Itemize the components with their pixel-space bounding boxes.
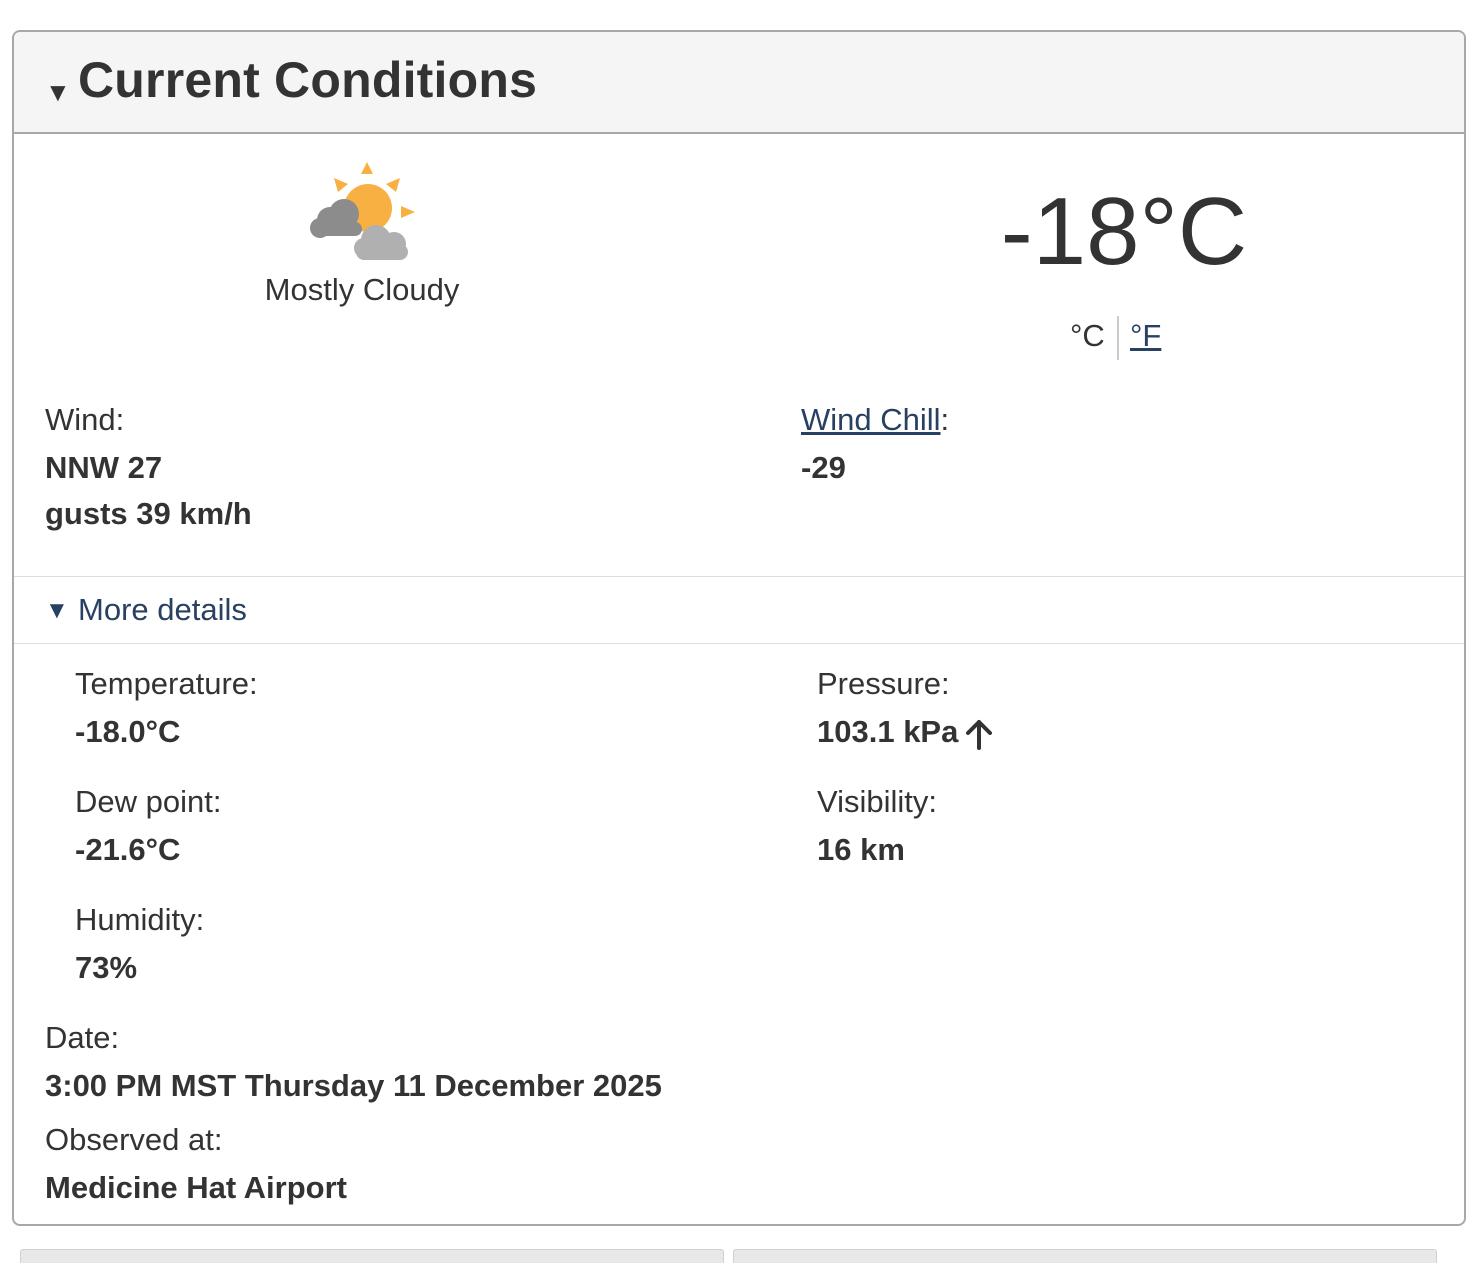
next-panel-right xyxy=(733,1249,1437,1263)
wind-gusts: gusts 39 km/h xyxy=(45,496,252,531)
panel-header[interactable]: ▼ Current Conditions xyxy=(14,32,1464,134)
current-temperature: -18°C xyxy=(1000,178,1248,285)
panel-title: Current Conditions xyxy=(78,52,538,108)
wind-label: Wind: xyxy=(45,402,125,437)
unit-divider xyxy=(1117,316,1119,360)
next-panel-left xyxy=(20,1249,724,1263)
expand-caret-icon[interactable]: ▼ xyxy=(45,599,69,623)
visibility-value: 16 km xyxy=(817,832,905,867)
sun-behind-clouds-icon xyxy=(310,162,415,260)
dew-point-value: -21.6°C xyxy=(75,832,181,867)
pressure-row: 103.1 kPa xyxy=(817,714,994,750)
unit-fahrenheit-link[interactable]: °F xyxy=(1130,318,1161,354)
temperature-label: Temperature: xyxy=(75,666,258,701)
wind-chill-colon: : xyxy=(940,402,950,437)
date-label: Date: xyxy=(45,1020,120,1055)
more-details-label[interactable]: More details xyxy=(78,592,247,628)
wind-value: NNW 27 xyxy=(45,450,163,485)
wind-chill-link[interactable]: Wind Chill xyxy=(801,402,941,437)
wind-chill-label: Wind Chill: xyxy=(801,402,949,438)
arrow-up-icon xyxy=(966,719,993,750)
unit-celsius: °C xyxy=(1070,318,1105,353)
more-details-toggle[interactable]: ▼ More details xyxy=(14,576,1464,644)
humidity-value: 73% xyxy=(75,950,138,985)
observed-at-label: Observed at: xyxy=(45,1122,223,1157)
pressure-label: Pressure: xyxy=(817,666,950,701)
collapse-caret-icon[interactable]: ▼ xyxy=(45,79,71,105)
current-conditions-panel: ▼ Current Conditions Mostly Cloudy -18°C… xyxy=(12,30,1466,1226)
observed-at-value: Medicine Hat Airport xyxy=(45,1170,347,1205)
wind-chill-value: -29 xyxy=(801,450,846,485)
visibility-label: Visibility: xyxy=(817,784,938,819)
dew-point-label: Dew point: xyxy=(75,784,222,819)
humidity-label: Humidity: xyxy=(75,902,205,937)
temperature-value: -18.0°C xyxy=(75,714,181,749)
condition-text: Mostly Cloudy xyxy=(264,272,460,307)
pressure-value: 103.1 kPa xyxy=(817,714,959,749)
date-value: 3:00 PM MST Thursday 11 December 2025 xyxy=(45,1068,662,1103)
